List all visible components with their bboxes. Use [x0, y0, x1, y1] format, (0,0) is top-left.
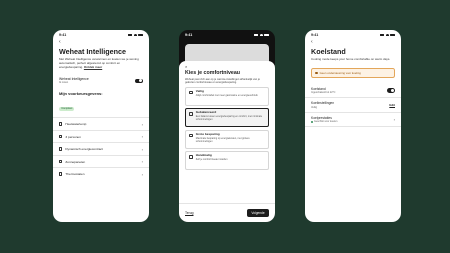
close-icon[interactable]: ×	[179, 61, 275, 69]
warning-text: Geen ondersteuning voor koeling	[319, 70, 361, 75]
status-badge: Compleet	[59, 106, 75, 112]
list-item-label: Heetwatertemp	[65, 122, 87, 127]
water-icon	[59, 122, 63, 126]
wifi-icon	[259, 33, 263, 37]
list-item-hot-water[interactable]: Heetwatertemp ›	[53, 117, 149, 130]
list-item-label: Zonnepanelen	[65, 159, 86, 164]
list-item-label: Thermostaten	[65, 172, 85, 177]
phone-comfort-sheet: 9:41 × Kies je comfortniveau Weheat past…	[179, 30, 275, 222]
chevron-right-icon: ›	[141, 146, 143, 152]
page-title: Weheat Intelligence	[59, 47, 126, 56]
sheet-footer: Terug Volgende	[179, 203, 275, 222]
item-sub: Geschikt voor koelen	[311, 120, 337, 123]
signal-icon	[128, 33, 132, 37]
thermostat-icon	[59, 172, 63, 176]
balance-icon	[189, 112, 193, 116]
wifi-icon	[133, 33, 137, 37]
list-item-persons[interactable]: 3 personen ›	[53, 129, 149, 143]
comfort-options: Veilig Altijd comfortabel met meer gasin…	[179, 86, 275, 171]
item-label: Koelstand	[311, 86, 326, 91]
cooling-settings: Koelstand Ingeschakeld tot 22°C Koelinst…	[305, 84, 401, 128]
cooling-toggle[interactable]	[387, 88, 395, 93]
status-time: 9:41	[59, 33, 67, 37]
signal-icon	[254, 33, 258, 37]
page-title: Koelstand	[311, 47, 346, 56]
warning-banner: Geen ondersteuning voor koeling	[311, 67, 395, 78]
preferences-list: Heetwatertemp › 3 personen › Dynamisch e…	[53, 117, 149, 180]
status-dot-icon	[311, 120, 313, 123]
option-desc: Zelf je comfortniveau instellen	[195, 158, 228, 162]
people-icon	[59, 134, 63, 139]
battery-icon	[138, 33, 143, 37]
intelligence-toggle[interactable]	[135, 78, 143, 84]
back-button[interactable]: ‹	[53, 40, 149, 46]
chevron-right-icon: ›	[141, 171, 143, 177]
option-safe[interactable]: Veilig Altijd comfortabel met meer gasin…	[185, 86, 269, 106]
list-item-solar[interactable]: Zonnepanelen ›	[53, 154, 149, 168]
list-item-thermostats[interactable]: Thermostaten ›	[53, 167, 149, 180]
savings-icon	[189, 133, 193, 138]
edit-link[interactable]: Edit	[389, 103, 395, 107]
learn-more-link[interactable]: Ontdek meer	[84, 65, 102, 69]
page-description: Cooling mode keeps your home comfortable…	[311, 57, 391, 61]
battery-icon	[390, 33, 395, 37]
info-icon	[315, 71, 318, 75]
sheet-description: Weheat past zich aan op je warmte-instel…	[185, 77, 260, 84]
wifi-icon	[385, 33, 389, 37]
option-big-savings[interactable]: Grote besparing Maximale besparing op en…	[185, 129, 269, 149]
back-button[interactable]: ‹	[305, 40, 401, 46]
intelligence-row: Weheat Intelligence Ik noten	[53, 77, 149, 84]
chevron-right-icon: ›	[141, 134, 143, 140]
item-label: Koelprestaties	[311, 115, 332, 120]
status-icons	[254, 33, 269, 37]
option-desc: Een balans tussen energiebesparing en co…	[195, 115, 263, 122]
cooling-performance-row[interactable]: Koelprestaties Geschikt voor koelen ›	[305, 113, 401, 128]
list-item-label: Dynamisch energiecontract	[65, 147, 103, 152]
item-sub: Veilig	[311, 105, 317, 109]
option-balanced[interactable]: Gebalanceerd Een balans tussen energiebe…	[185, 108, 269, 128]
option-desc: Maximale besparing op energiekosten, met…	[195, 136, 250, 143]
contract-icon	[59, 147, 63, 151]
option-manual[interactable]: Handmatig Zelf je comfortniveau instelle…	[185, 151, 269, 171]
sheet-title: Kies je comfortniveau	[185, 70, 241, 76]
status-icons	[380, 33, 395, 37]
item-label: Koelinstellingen	[311, 101, 335, 106]
next-button[interactable]: Volgende	[246, 208, 269, 218]
status-icons	[128, 33, 143, 37]
item-sub-text: Geschikt voor koelen	[314, 120, 338, 124]
status-time: 9:41	[311, 33, 319, 37]
list-item-label: 3 personen	[65, 134, 81, 139]
solar-panel-icon	[59, 159, 63, 164]
bottom-sheet: × Kies je comfortniveau Weheat past zich…	[179, 61, 275, 222]
status-time: 9:41	[185, 33, 193, 37]
chevron-right-icon: ›	[141, 121, 143, 127]
shield-icon	[189, 90, 193, 95]
phone-cooling: 9:41 ‹ Koelstand Cooling mode keeps your…	[305, 30, 401, 222]
cooling-toggle-row: Koelstand Ingeschakeld tot 22°C	[305, 84, 401, 99]
sliders-icon	[189, 155, 193, 159]
intelligence-sub: Ik noten	[59, 81, 69, 85]
item-sub: Ingeschakeld tot 22°C	[311, 91, 336, 95]
back-link[interactable]: Terug	[185, 211, 193, 215]
status-bar: 9:41	[305, 30, 401, 40]
cooling-settings-row[interactable]: Koelinstellingen Veilig Edit	[305, 98, 401, 113]
section-title: Mijn voorkeursgevens:	[59, 91, 103, 97]
list-item-contract[interactable]: Dynamisch energiecontract ›	[53, 142, 149, 155]
battery-icon	[264, 33, 269, 37]
phone-weheat-intelligence: 9:41 ‹ Weheat Intelligence Met Weheat In…	[53, 30, 149, 222]
chevron-right-icon: ›	[393, 117, 395, 123]
chevron-right-icon: ›	[141, 159, 143, 165]
status-bar: 9:41	[179, 30, 275, 40]
signal-icon	[380, 33, 384, 37]
intro-text: Met Weheat Intelligence verwarmen en koe…	[53, 57, 149, 69]
status-bar: 9:41	[53, 30, 149, 40]
option-desc: Altijd comfortabel met meer gasinname en…	[195, 93, 258, 97]
